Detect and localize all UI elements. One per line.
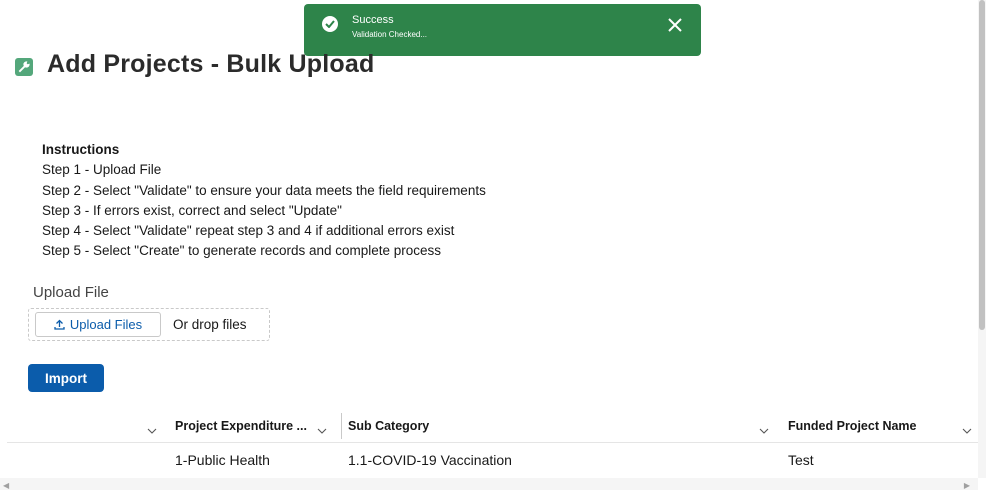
vertical-scrollbar-thumb[interactable] bbox=[979, 0, 985, 330]
toast-title: Success bbox=[352, 14, 394, 26]
drop-files-text: Or drop files bbox=[173, 317, 247, 332]
chevron-down-icon[interactable] bbox=[317, 421, 327, 439]
instruction-step: Step 2 - Select "Validate" to ensure you… bbox=[42, 182, 486, 198]
instruction-step: Step 4 - Select "Validate" repeat step 3… bbox=[42, 223, 455, 239]
success-check-icon bbox=[322, 16, 338, 32]
data-table: Project Expenditure ... Sub Category Fun… bbox=[7, 408, 979, 477]
upload-icon bbox=[54, 319, 65, 330]
page-title: Add Projects - Bulk Upload bbox=[47, 50, 375, 78]
instructions-heading: Instructions bbox=[42, 142, 120, 157]
scroll-right-icon[interactable]: ▶ bbox=[964, 481, 970, 490]
column-resize-handle[interactable] bbox=[341, 413, 342, 439]
table-header-row: Project Expenditure ... Sub Category Fun… bbox=[7, 408, 979, 443]
close-icon[interactable] bbox=[668, 18, 682, 37]
page-header: Add Projects - Bulk Upload bbox=[15, 50, 374, 79]
column-header-project-expenditure[interactable]: Project Expenditure ... bbox=[175, 408, 307, 443]
vertical-scrollbar[interactable] bbox=[978, 0, 986, 478]
table-cell: Test bbox=[788, 452, 814, 468]
horizontal-scrollbar[interactable]: ◀ ▶ bbox=[0, 478, 978, 490]
upload-files-label: Upload Files bbox=[69, 317, 143, 332]
toast-message: Validation Checked... bbox=[352, 30, 428, 39]
scroll-left-icon[interactable]: ◀ bbox=[3, 481, 9, 490]
wrench-icon bbox=[15, 57, 33, 76]
chevron-down-icon[interactable] bbox=[962, 421, 972, 439]
import-button[interactable]: Import bbox=[28, 364, 104, 392]
instruction-step: Step 5 - Select "Create" to generate rec… bbox=[42, 243, 442, 259]
table-cell: 1.1-COVID-19 Vaccination bbox=[348, 452, 512, 468]
table-row[interactable]: 1-Public Health 1.1-COVID-19 Vaccination… bbox=[7, 443, 979, 477]
instruction-step: Step 3 - If errors exist, correct and se… bbox=[42, 202, 342, 218]
instruction-step: Step 1 - Upload File bbox=[42, 162, 162, 178]
table-cell: 1-Public Health bbox=[175, 452, 270, 468]
file-dropzone[interactable]: Upload Files Or drop files bbox=[28, 308, 270, 341]
upload-files-button[interactable]: Upload Files bbox=[35, 312, 161, 337]
column-header-funded-project-name[interactable]: Funded Project Name bbox=[788, 408, 917, 443]
upload-file-label: Upload File bbox=[33, 284, 109, 301]
column-header-sub-category[interactable]: Sub Category bbox=[348, 408, 429, 443]
instructions-block: Instructions Step 1 - Upload File Step 2… bbox=[42, 140, 486, 262]
success-toast: Success Validation Checked... bbox=[304, 4, 701, 56]
chevron-down-icon[interactable] bbox=[759, 421, 769, 439]
chevron-down-icon[interactable] bbox=[147, 421, 157, 439]
